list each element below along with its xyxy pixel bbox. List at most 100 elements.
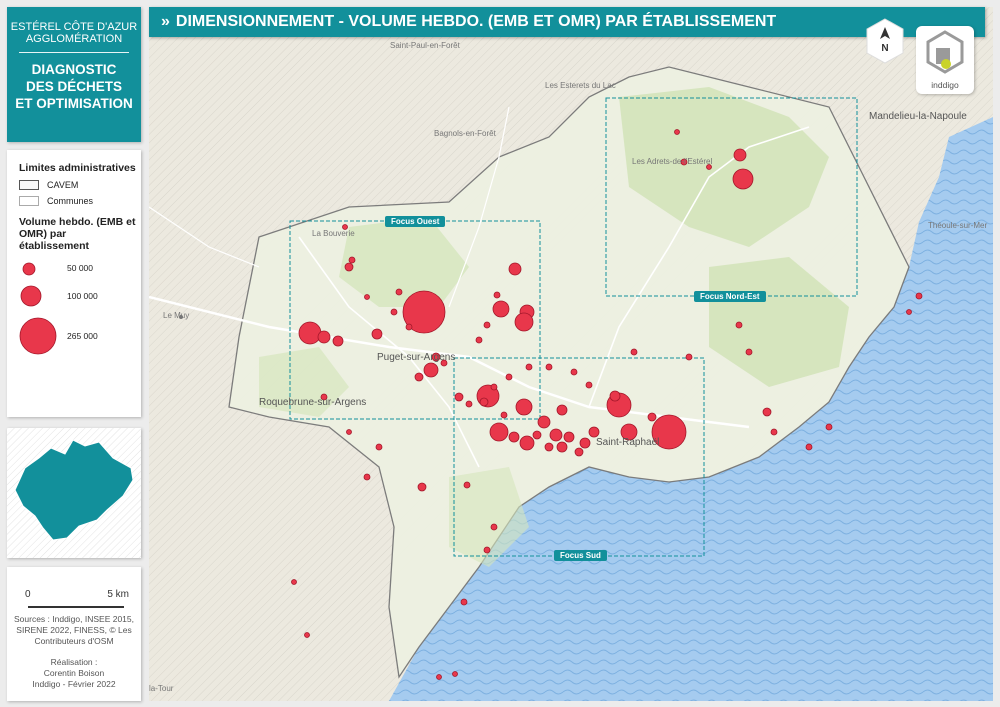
establishment-circle[interactable] (732, 168, 754, 190)
establishment-circle[interactable] (460, 598, 468, 606)
establishment-circle[interactable] (537, 415, 551, 429)
establishment-circle[interactable] (685, 353, 693, 361)
map-page: Saint-Paul-en-Forêt Les Esterets du Lac … (0, 0, 1000, 707)
establishment-circle[interactable] (585, 381, 593, 389)
establishment-circle[interactable] (630, 348, 638, 356)
establishment-circle[interactable] (436, 674, 442, 680)
sources-line2: SIRENE 2022, FINESS, © Les (16, 625, 132, 635)
establishment-circle[interactable] (363, 473, 371, 481)
place-label-roquebrune: Roquebrune-sur-Argens (259, 397, 367, 408)
establishment-circle[interactable] (298, 321, 322, 345)
inset-map (7, 428, 141, 558)
establishment-circle[interactable] (344, 262, 354, 272)
establishment-circle[interactable] (423, 362, 439, 378)
establishment-circle[interactable] (579, 437, 591, 449)
establishment-circle[interactable] (733, 148, 747, 162)
establishment-circle[interactable] (371, 328, 383, 340)
sources-line3: Contributeurs d'OSM (34, 636, 114, 646)
scale-and-credits-panel: 0 5 km Sources : Inddigo, INSEE 2015, SI… (7, 567, 141, 701)
establishment-circle[interactable] (490, 383, 498, 391)
study-title-line3: ET OPTIMISATION (15, 96, 133, 111)
establishment-circle[interactable] (549, 428, 563, 442)
establishment-circle[interactable] (544, 442, 554, 452)
establishment-circle[interactable] (556, 404, 568, 416)
compass-icon: N (866, 18, 904, 64)
establishment-circle[interactable] (745, 348, 753, 356)
focus-sud-label[interactable]: Focus Sud (554, 550, 607, 561)
establishment-circle[interactable] (405, 323, 413, 331)
study-title-line1: DIAGNOSTIC (31, 62, 117, 77)
communes-label: Communes (47, 195, 94, 206)
establishment-circle[interactable] (375, 443, 383, 451)
establishment-circle[interactable] (805, 443, 813, 451)
establishment-circle[interactable] (570, 368, 578, 376)
establishment-circle[interactable] (390, 308, 398, 316)
focus-ouest-label[interactable]: Focus Ouest (385, 216, 446, 227)
place-label-la-tour: la-Tour (149, 684, 174, 693)
establishment-circle[interactable] (454, 392, 464, 402)
establishment-circle[interactable] (304, 632, 310, 638)
establishment-circle[interactable] (563, 431, 575, 443)
place-label-le-muy: Le Muy (163, 311, 190, 320)
establishment-circle[interactable] (609, 390, 621, 402)
establishment-circle[interactable] (545, 363, 553, 371)
north-arrow: N (865, 18, 905, 64)
establishment-circle[interactable] (508, 262, 522, 276)
establishment-circle[interactable] (489, 422, 509, 442)
establishment-circle[interactable] (735, 321, 743, 329)
legend-size-small-label: 50 000 (67, 263, 93, 273)
legend-size-medium-label: 100 000 (67, 291, 98, 301)
map-view[interactable]: Saint-Paul-en-Forêt Les Esterets du Lac … (149, 7, 993, 701)
establishment-circle[interactable] (574, 447, 584, 457)
map-title: DIMENSIONNEMENT - VOLUME HEBDO. (EMB ET … (175, 13, 777, 30)
scale-line (28, 606, 124, 608)
establishment-circle[interactable] (915, 292, 923, 300)
chevron-right-icon: » (161, 13, 170, 30)
establishment-circle[interactable] (332, 335, 344, 347)
legend-size-large-label: 265 000 (67, 331, 98, 341)
establishment-circle[interactable] (364, 294, 370, 300)
establishment-circle[interactable] (762, 407, 772, 417)
establishment-circle[interactable] (492, 300, 510, 318)
establishment-circle[interactable] (825, 423, 833, 431)
establishment-circle[interactable] (465, 400, 473, 408)
establishment-circle[interactable] (906, 309, 912, 315)
establishment-circle[interactable] (515, 398, 533, 416)
focus-nord-est-label[interactable]: Focus Nord-Est (694, 291, 766, 302)
establishment-circle[interactable] (317, 330, 331, 344)
establishment-circle[interactable] (505, 373, 513, 381)
scale-left-label: 0 (25, 589, 31, 600)
establishment-circle[interactable] (479, 397, 489, 407)
establishment-circle[interactable] (291, 579, 297, 585)
establishment-circle[interactable] (770, 428, 778, 436)
establishment-circle[interactable] (490, 523, 498, 531)
establishment-circle[interactable] (483, 546, 491, 554)
establishment-circle[interactable] (346, 429, 352, 435)
legend-size-large: 265 000 (19, 314, 149, 358)
establishment-circle[interactable] (414, 372, 424, 382)
establishment-circle[interactable] (532, 430, 542, 440)
establishment-circle[interactable] (452, 671, 458, 677)
establishment-circle[interactable] (647, 412, 657, 422)
establishment-circle[interactable] (674, 129, 680, 135)
establishment-circle[interactable] (500, 411, 508, 419)
sources-text: Sources : Inddigo, INSEE 2015, SIRENE 20… (11, 614, 137, 647)
study-title-line2: DES DÉCHETS (25, 79, 123, 94)
establishment-circle[interactable] (519, 435, 535, 451)
establishment-circle[interactable] (556, 441, 568, 453)
establishment-circle[interactable] (514, 312, 534, 332)
establishment-circle[interactable] (508, 431, 520, 443)
establishment-circle[interactable] (348, 256, 356, 264)
establishment-circle[interactable] (463, 481, 471, 489)
establishment-circle[interactable] (588, 426, 600, 438)
place-label-bouverie: La Bouverie (312, 229, 355, 238)
establishment-circle[interactable] (395, 288, 403, 296)
establishment-circle[interactable] (417, 482, 427, 492)
establishment-circle[interactable] (493, 291, 501, 299)
establishment-circle[interactable] (483, 321, 491, 329)
legend-panel: Limites administratives CAVEM Communes V… (7, 150, 141, 417)
establishment-circle[interactable] (525, 363, 533, 371)
establishment-circle[interactable] (475, 336, 483, 344)
org-name-line2: AGGLOMÉRATION (25, 33, 123, 45)
logo-text: inddigo (931, 80, 959, 90)
